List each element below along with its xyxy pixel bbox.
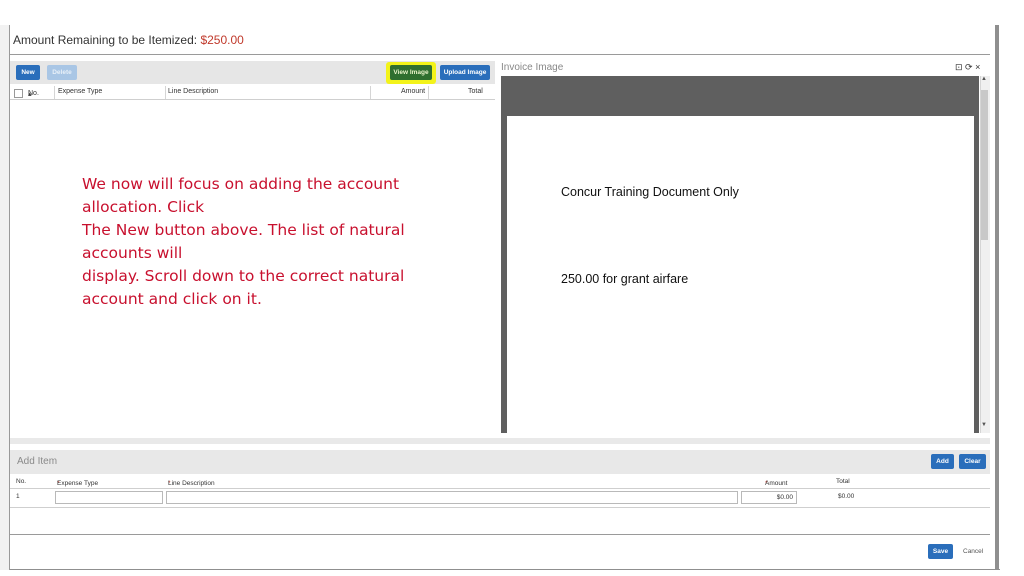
pane-splitter[interactable]: [10, 438, 990, 444]
invoice-window-controls[interactable]: ⊡ ⟳ ×: [955, 62, 980, 73]
view-image-button[interactable]: View Image: [390, 65, 432, 80]
add-column-no: No.: [16, 478, 27, 485]
cancel-link[interactable]: Cancel: [963, 548, 983, 555]
clear-button[interactable]: Clear: [959, 454, 986, 469]
expense-type-input[interactable]: [55, 491, 163, 504]
column-separator: [370, 86, 371, 99]
document-line-1: Concur Training Document Only: [561, 185, 739, 199]
invoice-document: Concur Training Document Only 250.00 for…: [507, 116, 974, 433]
delete-button[interactable]: Delete: [47, 65, 77, 80]
left-page-edge: [0, 25, 10, 570]
amount-remaining: Amount Remaining to be Itemized: $250.00: [13, 33, 244, 47]
save-button[interactable]: Save: [928, 544, 953, 559]
invoice-image-title: Invoice Image: [501, 62, 564, 73]
column-separator: [54, 86, 55, 99]
instruction-line: The New button above. The list of natura…: [82, 221, 405, 239]
instruction-line: account and click on it.: [82, 290, 262, 308]
invoice-scrollbar-thumb[interactable]: [981, 90, 988, 240]
amount-remaining-label: Amount Remaining to be Itemized:: [13, 33, 198, 47]
scroll-up-icon[interactable]: ▲: [981, 76, 987, 82]
instruction-line: accounts will: [82, 244, 183, 262]
add-item-row: 1 $0.00: [10, 489, 990, 508]
row-number: 1: [16, 493, 20, 500]
footer-divider: [10, 534, 990, 535]
add-item-title: Add Item: [17, 456, 58, 467]
new-button[interactable]: New: [16, 65, 40, 80]
upload-image-button[interactable]: Upload Image: [440, 65, 490, 80]
document-line-2: 250.00 for grant airfare: [561, 272, 689, 286]
amount-remaining-value: $250.00: [200, 33, 244, 47]
column-total[interactable]: Total: [468, 88, 483, 95]
column-amount[interactable]: Amount: [401, 88, 425, 95]
sort-arrow-icon: ▴: [28, 91, 32, 98]
itemization-table-header: No. ▴ Expense Type Line Description Amou…: [10, 86, 495, 100]
header-divider: [10, 54, 990, 55]
add-button[interactable]: Add: [931, 454, 954, 469]
column-separator: [165, 86, 166, 99]
row-total: $0.00: [838, 493, 855, 500]
instruction-text: We now will focus on adding the account …: [82, 173, 432, 311]
add-item-header: No. * Expense Type * Line Description * …: [10, 476, 990, 489]
line-description-input[interactable]: [166, 491, 738, 504]
instruction-line: display. Scroll down to the correct natu…: [82, 267, 405, 285]
select-all-checkbox[interactable]: [14, 89, 23, 98]
add-column-total: Total: [836, 478, 850, 485]
column-line-description[interactable]: Line Description: [168, 88, 218, 95]
instruction-line: We now will focus on adding the account: [82, 175, 400, 193]
add-item-bar: [10, 450, 990, 474]
column-expense-type[interactable]: Expense Type: [58, 88, 102, 95]
bottom-edge: [10, 569, 1000, 570]
amount-input[interactable]: [741, 491, 797, 504]
instruction-line: allocation. Click: [82, 198, 205, 216]
scroll-down-icon[interactable]: ▼: [981, 422, 987, 428]
column-separator: [428, 86, 429, 99]
right-page-edge: [995, 25, 999, 570]
